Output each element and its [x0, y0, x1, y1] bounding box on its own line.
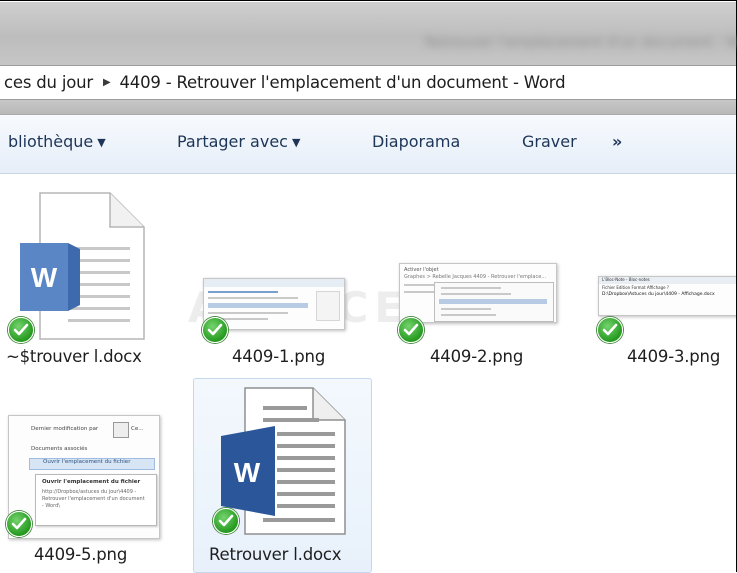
file-name: 4409-2.png	[430, 347, 524, 366]
chevron-down-icon: ▼	[291, 136, 301, 149]
avatar	[113, 422, 129, 438]
toolbar-partager-button[interactable]: Partager avec ▼	[177, 132, 300, 151]
thumbnail-text-line: Documents associés	[31, 446, 88, 452]
toolbar-diaporama-button[interactable]: Diaporama	[372, 132, 460, 151]
thumbnail-text-line: http://Dropbox/astuces du jour\4409 - Re…	[42, 489, 145, 509]
file-name: 4409-3.png	[627, 347, 721, 366]
breadcrumb-item-astuces[interactable]: ces du jour	[4, 73, 93, 92]
check-circle-icon	[202, 317, 228, 343]
thumbnail-text-line: Fichier Edition Format Affichage ?	[602, 285, 670, 290]
toolbar-more-button[interactable]: »	[612, 132, 622, 151]
explorer-window: Retrouver l'emplacement d'un document - …	[0, 0, 737, 573]
breadcrumb-item-current-folder[interactable]: 4409 - Retrouver l'emplacement d'un docu…	[119, 73, 565, 92]
file-name: 4409-5.png	[34, 545, 128, 564]
file-item-4409-5[interactable]: Dernier modification par Ce... Documents…	[0, 377, 175, 571]
window-title: Retrouver l'emplacement d'un document - …	[425, 35, 737, 51]
chevron-down-icon: ▼	[97, 136, 106, 149]
file-name: Retrouver l.docx	[209, 545, 342, 564]
file-item-4409-2[interactable]: Activer l'objet Graphes > Rebelle Jacque…	[385, 183, 560, 373]
file-item-retrouver-docx[interactable]: W Retrouver l.docx	[193, 378, 370, 571]
check-circle-icon	[8, 317, 34, 343]
check-circle-icon	[398, 317, 424, 343]
breadcrumb[interactable]: ces du jour ▶ 4409 - Retrouver l'emplace…	[0, 65, 736, 100]
file-name: 4409-1.png	[232, 347, 326, 366]
file-name: ~$trouver l.docx	[6, 347, 142, 366]
thumbnail-text-line: Activer l'objet	[404, 267, 439, 273]
address-bar-divider	[0, 100, 736, 115]
command-bar: bliothèque ▼ Partager avec ▼ Diaporama Gra…	[0, 115, 736, 174]
file-item-temp-docx[interactable]: W ~$trouver l.docx	[0, 183, 178, 373]
thumbnail-text-line: D:\Dropbox\Astuces du jour\4409 - Affich…	[602, 292, 715, 297]
toolbar-bibliotheque-label: bliothèque	[8, 132, 94, 151]
thumbnail-text-line: Ce...	[131, 426, 144, 432]
toolbar-partager-label: Partager avec	[177, 132, 288, 151]
title-bar[interactable]: Retrouver l'emplacement d'un document - …	[0, 2, 737, 66]
word-document-icon: W	[20, 192, 145, 340]
check-circle-icon	[6, 511, 32, 537]
thumbnail-text-line: Graphes > Rebelle Jacques 4409 - Retrouv…	[404, 274, 547, 280]
thumbnail-text-line: Ouvrir l'emplacement du fichier	[43, 459, 131, 465]
file-item-4409-3[interactable]: L'Bloc-Note - Bloc-notes Fichier Edition…	[585, 183, 736, 373]
check-circle-icon	[213, 508, 239, 534]
thumbnail-text-line: Ouvrir l'emplacement du fichier	[42, 479, 141, 485]
image-thumbnail: L'Bloc-Note - Bloc-notes Fichier Edition…	[598, 276, 736, 316]
file-item-4409-1[interactable]: 4409-1.png	[190, 183, 350, 373]
svg-text:W: W	[234, 457, 261, 488]
svg-text:W: W	[31, 262, 58, 293]
check-circle-icon	[597, 317, 623, 343]
breadcrumb-arrow-icon[interactable]: ▶	[103, 77, 111, 88]
toolbar-bibliotheque-button[interactable]: bliothèque ▼	[8, 132, 106, 151]
thumbnail-text-line: L'Bloc-Note - Bloc-notes	[602, 277, 650, 282]
image-thumbnail: Activer l'objet Graphes > Rebelle Jacque…	[399, 263, 557, 323]
toolbar-graver-button[interactable]: Graver	[522, 132, 577, 151]
thumbnail-text-line: Dernier modification par	[31, 426, 99, 432]
